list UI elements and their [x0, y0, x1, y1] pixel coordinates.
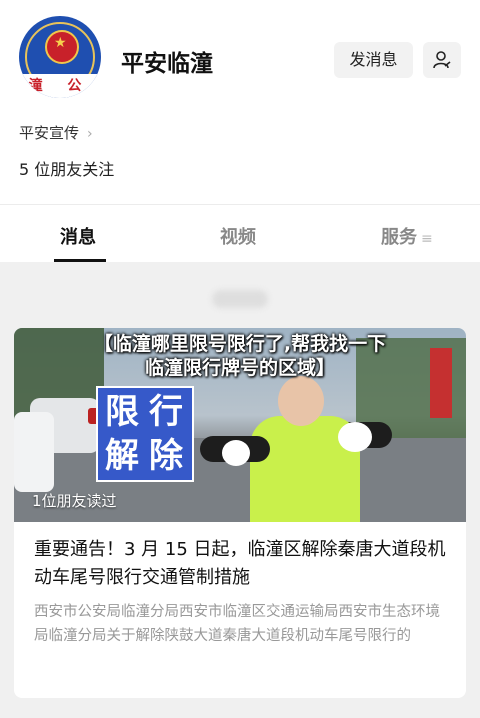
- article-card[interactable]: 限 行 解 除 1位朋友读过 重要通告！3 月 15 日起，临潼区解除秦唐大道段…: [14, 328, 466, 698]
- police-emblem-icon: [45, 30, 79, 64]
- menu-icon: ≡: [421, 231, 433, 247]
- tab-services-label: 服务: [381, 227, 417, 248]
- article-headline[interactable]: 重要通告！3 月 15 日起，临潼区解除秦唐大道段机动车尾号限行交通管制措施: [34, 536, 452, 592]
- overlay-caption: 【临潼哪里限号限行了,帮我找一下 临潼限行牌号的区域】: [48, 332, 432, 380]
- account-name: 平安临潼: [121, 51, 213, 77]
- officer-glove: [222, 440, 250, 466]
- avatar-seal-text: 潼 公: [19, 74, 101, 98]
- overlay-caption-line: 临潼限行牌号的区域】: [144, 357, 335, 379]
- cover-restriction-sign: 限 行 解 除: [96, 386, 194, 482]
- friends-following: 5 位朋友关注: [19, 160, 115, 179]
- promo-link[interactable]: 平安宣传 ›: [19, 122, 93, 143]
- friends-read-count: 1位朋友读过: [32, 492, 117, 510]
- account-avatar[interactable]: 潼 公: [19, 16, 101, 98]
- sign-char: 限: [105, 392, 139, 432]
- promo-link-label: 平安宣传: [19, 124, 80, 142]
- officer-head: [278, 376, 324, 426]
- profile-button[interactable]: [423, 42, 461, 78]
- sign-char: 行: [149, 392, 183, 432]
- chevron-right-icon: ›: [87, 126, 93, 142]
- tab-messages[interactable]: 消息: [60, 223, 96, 249]
- user-icon: [433, 51, 451, 69]
- cover-car: [14, 412, 54, 492]
- timestamp-placeholder: [212, 290, 268, 308]
- sign-char: 解: [105, 436, 139, 476]
- overlay-caption-line: 【临潼哪里限号限行了,帮我找一下: [93, 333, 387, 355]
- tab-videos[interactable]: 视频: [220, 223, 256, 249]
- sign-char: 除: [149, 436, 183, 476]
- tab-bar: 消息 视频 服务 ≡: [0, 205, 480, 262]
- officer-glove: [338, 422, 372, 452]
- send-message-button[interactable]: 发消息: [334, 42, 413, 78]
- article-summary: 西安市公安局临潼分局西安市临潼区交通运输局西安市生态环境局临潼分局关于解除陕鼓大…: [34, 604, 440, 644]
- cover-red-sign: [430, 348, 452, 418]
- tab-services[interactable]: 服务 ≡: [381, 223, 433, 249]
